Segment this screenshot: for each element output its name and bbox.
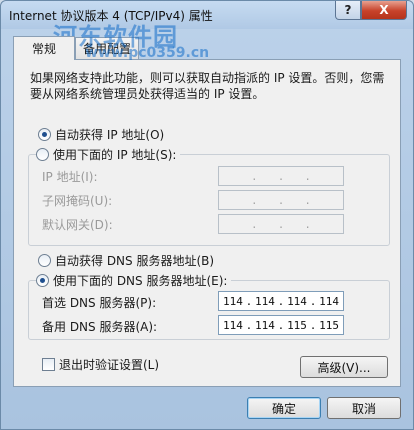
window-title: Internet 协议版本 4 (TCP/IPv4) 属性 bbox=[9, 9, 213, 23]
manual-dns-radio-indicator[interactable] bbox=[36, 274, 49, 287]
manual-ip-label: 使用下面的 IP 地址(S): bbox=[53, 148, 177, 162]
validate-label: 退出时验证设置(L) bbox=[59, 358, 160, 372]
auto-dns-radio[interactable]: 自动获得 DNS 服务器地址(B) bbox=[38, 252, 214, 269]
title-bar[interactable]: Internet 协议版本 4 (TCP/IPv4) 属性 ? X bbox=[1, 1, 413, 29]
close-button[interactable]: X bbox=[361, 1, 407, 20]
general-panel: 如果网络支持此功能，则可以获取自动指派的 IP 设置。否则，您需要从网络系统管理… bbox=[13, 59, 401, 387]
subnet-mask-label: 子网掩码(U): bbox=[42, 194, 113, 208]
manual-ip-radio[interactable]: 使用下面的 IP 地址(S): bbox=[36, 146, 181, 163]
validate-checkbox-box[interactable] bbox=[42, 358, 55, 371]
dialog-window: Internet 协议版本 4 (TCP/IPv4) 属性 ? X 常规 备用配… bbox=[0, 0, 414, 430]
tab-alternate-config[interactable]: 备用配置 bbox=[75, 37, 139, 59]
manual-dns-label: 使用下面的 DNS 服务器地址(E): bbox=[53, 274, 228, 288]
help-icon: ? bbox=[344, 3, 352, 17]
default-gateway-input[interactable]: ... bbox=[218, 214, 344, 234]
ip-address-input[interactable]: ... bbox=[218, 166, 344, 186]
auto-dns-radio-indicator[interactable] bbox=[38, 254, 51, 267]
ok-button[interactable]: 确定 bbox=[247, 397, 321, 419]
preferred-dns-input[interactable]: 114. 114. 114. 114 bbox=[218, 291, 344, 311]
validate-on-exit-checkbox[interactable]: 退出时验证设置(L) bbox=[42, 356, 159, 373]
tab-general[interactable]: 常规 bbox=[13, 36, 75, 60]
manual-ip-radio-indicator[interactable] bbox=[36, 148, 49, 161]
help-button[interactable]: ? bbox=[335, 1, 361, 20]
alternate-dns-label: 备用 DNS 服务器(A): bbox=[42, 320, 158, 334]
auto-ip-radio-indicator[interactable] bbox=[38, 128, 51, 141]
description-text: 如果网络支持此功能，则可以获取自动指派的 IP 设置。否则，您需要从网络系统管理… bbox=[30, 71, 385, 101]
ip-address-label: IP 地址(I): bbox=[42, 170, 98, 184]
manual-dns-radio[interactable]: 使用下面的 DNS 服务器地址(E): bbox=[36, 272, 232, 289]
alternate-dns-input[interactable]: 114. 114. 115. 115 bbox=[218, 315, 344, 335]
cancel-button[interactable]: 取消 bbox=[327, 397, 401, 419]
auto-dns-label: 自动获得 DNS 服务器地址(B) bbox=[55, 254, 215, 268]
close-icon: X bbox=[379, 3, 389, 17]
auto-ip-label: 自动获得 IP 地址(O) bbox=[55, 128, 165, 142]
advanced-button[interactable]: 高级(V)... bbox=[300, 356, 388, 378]
default-gateway-label: 默认网关(D): bbox=[42, 218, 113, 232]
preferred-dns-label: 首选 DNS 服务器(P): bbox=[42, 296, 157, 310]
subnet-mask-input[interactable]: ... bbox=[218, 190, 344, 210]
auto-ip-radio[interactable]: 自动获得 IP 地址(O) bbox=[38, 126, 164, 143]
